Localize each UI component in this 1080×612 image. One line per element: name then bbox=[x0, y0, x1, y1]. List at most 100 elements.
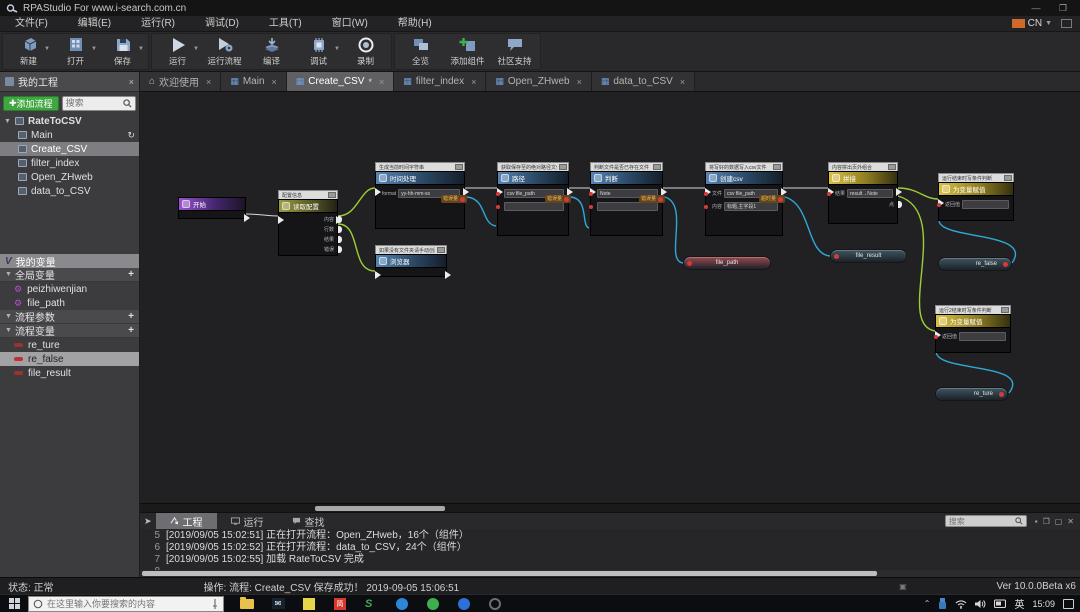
tab-open-zhweb[interactable]: ▦ Open_ZHweb × bbox=[486, 72, 591, 91]
comment-toggle-icon[interactable] bbox=[559, 164, 567, 170]
input-port[interactable] bbox=[375, 271, 381, 279]
close-panel-icon[interactable]: ✕ bbox=[1067, 517, 1074, 526]
blue-app-icon[interactable] bbox=[457, 597, 471, 611]
red-input-port[interactable] bbox=[496, 205, 500, 209]
add-flow-button[interactable]: ✚ 添加流程 bbox=[3, 96, 59, 111]
red-input-port[interactable] bbox=[589, 205, 593, 209]
dropdown-caret-icon[interactable]: ▼ bbox=[334, 46, 340, 52]
maximize-panel-icon[interactable]: ▢ bbox=[1055, 517, 1063, 526]
tab-main[interactable]: ▦ Main × bbox=[221, 72, 286, 91]
flow-node-check-file[interactable]: 判断文件是否已存在文件判断错误量Note bbox=[590, 162, 663, 236]
node-caption[interactable]: 判断文件是否已存在文件 bbox=[590, 162, 663, 171]
dropdown-caret-icon[interactable]: ▼ bbox=[193, 46, 199, 52]
red-input-port[interactable] bbox=[934, 335, 938, 339]
comment-toggle-icon[interactable] bbox=[888, 164, 896, 170]
scrollbar-thumb[interactable] bbox=[142, 571, 877, 576]
menu-debug[interactable]: 调试(D) bbox=[190, 16, 254, 32]
usb-device-icon[interactable] bbox=[938, 598, 947, 609]
tree-expand-icon[interactable]: ▼ bbox=[4, 118, 11, 125]
overview-button[interactable]: 全览 bbox=[397, 34, 444, 69]
dropdown-caret-icon[interactable]: ▼ bbox=[44, 46, 50, 52]
node-caption[interactable]: 内容拼出页外组合 bbox=[828, 162, 898, 171]
node-header[interactable]: 创建csv bbox=[705, 171, 783, 184]
taskbar-search[interactable] bbox=[28, 596, 224, 612]
flow-canvas[interactable]: 开始配置信息读取配置内容行数结果错误生成当前时间字符串时间处理错误量format… bbox=[140, 92, 1080, 503]
flow-node-start[interactable]: 开始 bbox=[178, 197, 246, 219]
tab-create-csv[interactable]: ▦ Create_CSV * × bbox=[287, 72, 394, 91]
node-header[interactable]: 读取配置 bbox=[278, 199, 338, 212]
flow-node-read-config[interactable]: 配置信息读取配置内容行数结果错误 bbox=[278, 190, 338, 256]
red-input-port[interactable] bbox=[589, 192, 593, 196]
tab-close-icon[interactable]: × bbox=[379, 77, 384, 87]
minimize-button[interactable]: — bbox=[1025, 2, 1047, 14]
variable-peizhiwenjian[interactable]: ⚙ peizhiwenjian bbox=[0, 282, 139, 296]
tab-close-icon[interactable]: × bbox=[272, 77, 277, 87]
blue-browser-icon[interactable] bbox=[395, 597, 409, 611]
add-global-variable-button[interactable]: + bbox=[128, 269, 134, 280]
open-button[interactable]: ▼ 打开 bbox=[52, 34, 99, 69]
language-switcher[interactable]: CN ▼ bbox=[1012, 18, 1072, 29]
canvas-horizontal-scrollbar[interactable] bbox=[140, 503, 1080, 512]
node-caption[interactable]: 如果没有文件夹请手动创建 bbox=[375, 245, 447, 254]
variable-port[interactable] bbox=[999, 392, 1004, 397]
maximize-button[interactable]: ❐ bbox=[1052, 2, 1074, 14]
log-search[interactable] bbox=[945, 515, 1027, 527]
error-output-port[interactable]: 错误量 bbox=[639, 195, 665, 203]
node-header[interactable]: 为变量赋值 bbox=[935, 314, 1011, 327]
property-value-field[interactable] bbox=[597, 202, 658, 211]
flow-node-merge[interactable]: 内容拼出页外组合拼接结果result→Note点 bbox=[828, 162, 898, 224]
dropdown-caret-icon[interactable]: ▼ bbox=[138, 46, 144, 52]
menu-run[interactable]: 运行(R) bbox=[126, 16, 190, 32]
output-port[interactable] bbox=[896, 188, 902, 196]
output-port[interactable] bbox=[445, 271, 451, 279]
menu-window[interactable]: 窗口(W) bbox=[317, 16, 383, 32]
record-button[interactable]: 录制 bbox=[342, 34, 389, 69]
section-expand-icon[interactable]: ▼ bbox=[5, 313, 12, 320]
variable-node-pill-re-false[interactable]: re_false bbox=[938, 257, 1012, 271]
red-input-port[interactable] bbox=[937, 203, 941, 207]
comment-toggle-icon[interactable] bbox=[1004, 175, 1012, 181]
variable-file-path[interactable]: ⚙ file_path bbox=[0, 296, 139, 310]
comment-toggle-icon[interactable] bbox=[653, 164, 661, 170]
wifi-icon[interactable] bbox=[955, 599, 967, 609]
comment-toggle-icon[interactable] bbox=[455, 164, 463, 170]
comment-toggle-icon[interactable] bbox=[1001, 307, 1009, 313]
variable-re-ture[interactable]: re_ture bbox=[0, 338, 139, 352]
red-input-port[interactable] bbox=[827, 192, 831, 196]
flow-node-create-csv[interactable]: 将写好的数据写入csv文件创建csv超时量文件csv file_path内容标题… bbox=[705, 162, 783, 236]
panel-toggle-icon[interactable] bbox=[1061, 19, 1072, 28]
node-caption[interactable]: 将写好的数据写入csv文件 bbox=[705, 162, 783, 171]
node-caption[interactable]: 获取保存至的绝对路径文件 bbox=[497, 162, 569, 171]
file-explorer-icon[interactable] bbox=[240, 597, 254, 611]
menu-tools[interactable]: 工具(T) bbox=[254, 16, 317, 32]
comment-toggle-icon[interactable] bbox=[328, 192, 336, 198]
camera-ring-app-icon[interactable] bbox=[488, 597, 502, 611]
tab-welcome[interactable]: ⌂ 欢迎使用 × bbox=[140, 72, 221, 91]
add-flow-variable-button[interactable]: + bbox=[128, 325, 134, 336]
flow-node-assign-var-false[interactable]: 运行结束时写条件判断为变量赋值返回值 bbox=[938, 173, 1014, 221]
node-caption[interactable]: 配置信息 bbox=[278, 190, 338, 199]
variable-node-pill-file-path[interactable]: file_path bbox=[683, 256, 771, 270]
tab-find[interactable]: 查找 bbox=[278, 513, 339, 529]
red-input-port[interactable] bbox=[704, 192, 708, 196]
property-value-field[interactable] bbox=[962, 200, 1009, 209]
node-header[interactable]: 判断 bbox=[590, 171, 663, 184]
red-app-icon[interactable]: 简 bbox=[333, 597, 347, 611]
restore-panel-icon[interactable]: ❐ bbox=[1043, 517, 1050, 526]
section-global-variables[interactable]: ▼ 全局变量 + bbox=[0, 268, 139, 282]
menu-edit[interactable]: 编辑(E) bbox=[63, 16, 126, 32]
flow-node-browser[interactable]: 如果没有文件夹请手动创建浏览器 bbox=[375, 245, 447, 277]
node-caption[interactable]: 运行2结束时写条件判断 bbox=[935, 305, 1011, 314]
add-flow-parameter-button[interactable]: + bbox=[128, 311, 134, 322]
tab-close-icon[interactable]: × bbox=[206, 77, 211, 87]
error-output-port[interactable]: 超时量 bbox=[759, 195, 785, 203]
property-value-field[interactable]: result→Note bbox=[847, 189, 893, 198]
tree-item-filter-index[interactable]: filter_index bbox=[0, 156, 139, 170]
property-value-field[interactable] bbox=[959, 332, 1006, 341]
dropdown-caret-icon[interactable]: ▼ bbox=[91, 46, 97, 52]
green-app-icon[interactable] bbox=[426, 597, 440, 611]
sticky-notes-icon[interactable] bbox=[302, 597, 316, 611]
tab-close-icon[interactable]: × bbox=[471, 77, 476, 87]
pin-icon[interactable]: ▪ bbox=[1035, 517, 1038, 526]
tree-item-data-to-csv[interactable]: data_to_CSV bbox=[0, 184, 139, 198]
